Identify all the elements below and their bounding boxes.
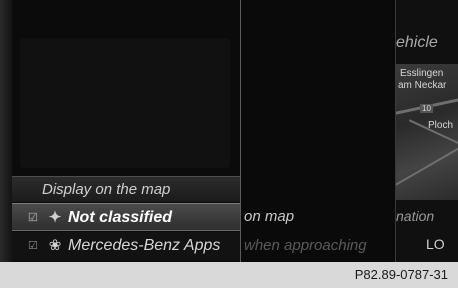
map-road	[396, 144, 458, 186]
display-on-map-menu: Display on the map ☑ ✦ Not classified ☑ …	[12, 176, 240, 262]
head-unit-screen: ehicle Esslingen am Neckar 10 Ploch nati…	[0, 0, 458, 262]
checkbox-checked-icon: ☑	[28, 240, 38, 252]
crosshair-poi-icon: ✦	[48, 209, 62, 226]
figure-caption-bar: P82.89-0787-31	[0, 262, 458, 288]
navigation-map: Esslingen am Neckar 10 Ploch	[396, 64, 458, 200]
map-label: Esslingen	[400, 68, 444, 79]
middle-row-1-text: on map	[244, 208, 295, 225]
middle-row-2-text: when approaching	[244, 237, 367, 254]
menu-title: Display on the map	[12, 176, 240, 202]
menu-item-not-classified[interactable]: ☑ ✦ Not classified	[12, 203, 240, 231]
menu-item-label: Not classified	[68, 209, 173, 226]
apps-icon: ❀	[48, 237, 62, 254]
menu-item-label: Mercedes-Benz Apps	[68, 237, 221, 254]
figure-code: P82.89-0787-31	[354, 267, 448, 282]
right-panel-row-1: nation	[396, 208, 435, 224]
left-edge-strip	[0, 0, 12, 262]
right-panel-header: ehicle	[396, 34, 438, 51]
checkbox-checked-icon: ☑	[28, 212, 38, 224]
left-panel-background	[20, 38, 230, 168]
map-label: am Neckar	[398, 80, 447, 91]
map-route-number: 10	[420, 104, 433, 113]
right-panel: ehicle Esslingen am Neckar 10 Ploch nati…	[396, 0, 458, 262]
map-label: Ploch	[428, 120, 454, 131]
menu-item-mercedes-benz-apps[interactable]: ☑ ❀ Mercedes-Benz Apps	[12, 232, 240, 260]
right-panel-row-2: LO	[426, 236, 445, 252]
